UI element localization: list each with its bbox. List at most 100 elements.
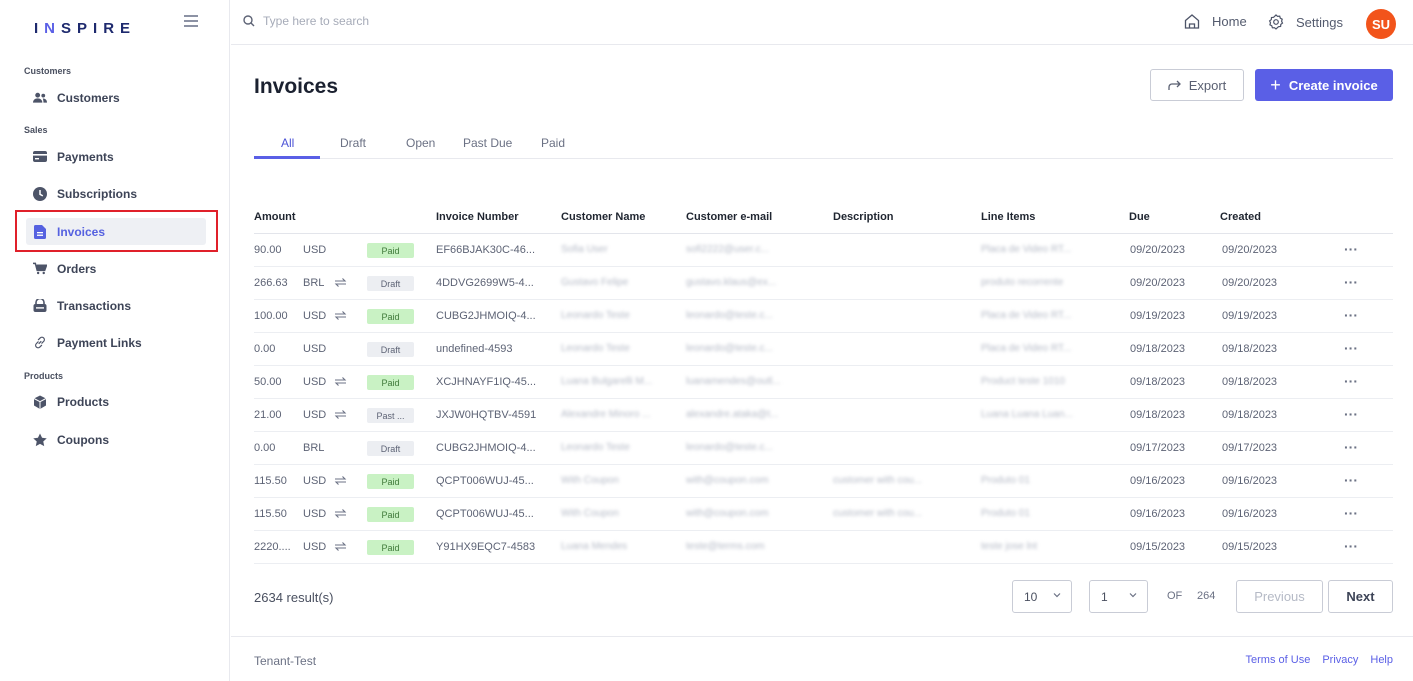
help-link[interactable]: Help xyxy=(1370,654,1393,666)
created-date-cell: 09/18/2023 xyxy=(1222,376,1278,388)
more-actions-icon[interactable]: ··· xyxy=(1344,274,1358,290)
invoice-number-cell[interactable]: JXJW0HQTBV-4591 xyxy=(436,409,536,421)
due-date-cell: 09/20/2023 xyxy=(1130,277,1186,289)
more-actions-icon[interactable]: ··· xyxy=(1344,307,1358,323)
currency-cell: USD xyxy=(303,244,327,256)
invoice-number-cell[interactable]: CUBG2JHMOIQ-4... xyxy=(436,442,536,454)
tab-draft[interactable]: Draft xyxy=(340,136,366,150)
tab-paid[interactable]: Paid xyxy=(541,136,565,150)
currency-cell: USD xyxy=(303,475,327,487)
chevron-down-icon xyxy=(1129,592,1137,598)
invoice-number-cell[interactable]: undefined-4593 xyxy=(436,343,512,355)
col-line-items[interactable]: Line Items xyxy=(981,211,1035,223)
export-button[interactable]: Export xyxy=(1150,69,1244,101)
created-date-cell: 09/20/2023 xyxy=(1222,244,1278,256)
col-invoice-number[interactable]: Invoice Number xyxy=(436,211,519,223)
more-actions-icon[interactable]: ··· xyxy=(1344,406,1358,422)
tab-open[interactable]: Open xyxy=(406,136,435,150)
col-amount[interactable]: Amount xyxy=(254,211,296,223)
recurring-icon xyxy=(334,508,347,519)
col-customer-email[interactable]: Customer e-mail xyxy=(686,211,772,223)
tab-past-due[interactable]: Past Due xyxy=(463,136,512,150)
more-actions-icon[interactable]: ··· xyxy=(1344,538,1358,554)
next-button[interactable]: Next xyxy=(1328,580,1393,613)
page-number-select[interactable]: 1 xyxy=(1089,580,1148,613)
amount-cell: 100.00 xyxy=(254,310,288,322)
sidebar-item-coupons[interactable]: Coupons xyxy=(26,426,206,453)
invoice-number-cell[interactable]: EF66BJAK30C-46... xyxy=(436,244,535,256)
sidebar-item-payments[interactable]: Payments xyxy=(26,143,206,170)
topbar: Home Settings SU xyxy=(231,0,1413,45)
table-row[interactable]: 0.00 USD Draft undefined-4593 Leonardo Teste… xyxy=(254,333,1393,366)
table-row[interactable]: 21.00 USD Past ... JXJW0HQTBV-4591 Alexandre… xyxy=(254,399,1393,432)
col-created[interactable]: Created xyxy=(1220,211,1261,223)
section-label-sales: Sales xyxy=(24,125,48,135)
customer-name-cell: Sofia User xyxy=(561,244,608,255)
more-actions-icon[interactable]: ··· xyxy=(1344,439,1358,455)
more-actions-icon[interactable]: ··· xyxy=(1344,340,1358,356)
previous-button[interactable]: Previous xyxy=(1236,580,1323,613)
created-date-cell: 09/16/2023 xyxy=(1222,508,1278,520)
recurring-icon xyxy=(334,541,347,552)
sidebar-item-subscriptions[interactable]: Subscriptions xyxy=(26,180,206,207)
privacy-link[interactable]: Privacy xyxy=(1322,654,1358,666)
footer-links: Terms of Use Privacy Help xyxy=(1246,654,1393,666)
sidebar-item-customers[interactable]: Customers xyxy=(26,84,206,111)
home-label: Home xyxy=(1212,14,1247,29)
table-row[interactable]: 266.63 BRL Draft 4DDVG2699W5-4... Gustavo Fe… xyxy=(254,267,1393,300)
status-badge: Paid xyxy=(367,375,414,390)
table-row[interactable]: 90.00 USD Paid EF66BJAK30C-46... Sofia User s… xyxy=(254,234,1393,267)
more-actions-icon[interactable]: ··· xyxy=(1344,373,1358,389)
currency-cell: BRL xyxy=(303,442,325,454)
col-customer-name[interactable]: Customer Name xyxy=(561,211,645,223)
customer-name-cell: Gustavo Felipe xyxy=(561,277,629,288)
home-icon xyxy=(1184,14,1200,29)
create-invoice-button[interactable]: + Create invoice xyxy=(1255,69,1393,101)
sidebar-item-label: Payment Links xyxy=(57,335,142,350)
search-input[interactable] xyxy=(263,14,563,28)
sidebar-item-transactions[interactable]: Transactions xyxy=(26,292,206,319)
table-row[interactable]: 0.00 BRL Draft CUBG2JHMOIQ-4... Leonardo Tes… xyxy=(254,432,1393,465)
more-actions-icon[interactable]: ··· xyxy=(1344,472,1358,488)
invoice-number-cell[interactable]: 4DDVG2699W5-4... xyxy=(436,277,534,289)
table-row[interactable]: 100.00 USD Paid CUBG2JHMOIQ-4... Leonardo Te… xyxy=(254,300,1393,333)
invoice-number-cell[interactable]: QCPT006WUJ-45... xyxy=(436,508,534,520)
status-badge: Paid xyxy=(367,309,414,324)
line-items-cell: Placa de Video RT... xyxy=(981,244,1072,255)
invoice-number-cell[interactable]: XCJHNAYF1IQ-45... xyxy=(436,376,536,388)
avatar[interactable]: SU xyxy=(1366,9,1396,39)
recurring-icon xyxy=(334,409,347,420)
table-row[interactable]: 2220.... USD Paid Y91HX9EQC7-4583 Luana Mend… xyxy=(254,531,1393,564)
invoice-number-cell[interactable]: QCPT006WUJ-45... xyxy=(436,475,534,487)
due-date-cell: 09/18/2023 xyxy=(1130,343,1186,355)
more-actions-icon[interactable]: ··· xyxy=(1344,505,1358,521)
menu-toggle-icon[interactable] xyxy=(184,15,198,27)
terms-link[interactable]: Terms of Use xyxy=(1246,654,1311,666)
sidebar-item-orders[interactable]: Orders xyxy=(26,255,206,282)
sidebar-item-products[interactable]: Products xyxy=(26,388,206,415)
customer-email-cell: gustavo.klaus@ex... xyxy=(686,277,777,288)
page-size-select[interactable]: 10 xyxy=(1012,580,1072,613)
table-row[interactable]: 115.50 USD Paid QCPT006WUJ-45... With Coupon… xyxy=(254,465,1393,498)
card-icon xyxy=(33,150,47,164)
due-date-cell: 09/19/2023 xyxy=(1130,310,1186,322)
table-row[interactable]: 115.50 USD Paid QCPT006WUJ-45... With Coupon… xyxy=(254,498,1393,531)
more-actions-icon[interactable]: ··· xyxy=(1344,241,1358,257)
home-link[interactable]: Home xyxy=(1184,14,1247,29)
customer-name-cell: Luana Bulgarelli M... xyxy=(561,376,653,387)
table-row[interactable]: 50.00 USD Paid XCJHNAYF1IQ-45... Luana Bulga… xyxy=(254,366,1393,399)
sidebar-item-payment-links[interactable]: Payment Links xyxy=(26,329,206,356)
create-invoice-label: Create invoice xyxy=(1288,77,1378,93)
due-date-cell: 09/20/2023 xyxy=(1130,244,1186,256)
col-description[interactable]: Description xyxy=(833,211,894,223)
settings-link[interactable]: Settings xyxy=(1268,14,1343,30)
brand-logo[interactable]: INSPIRE xyxy=(34,20,136,37)
line-items-cell: Placa de Video RT... xyxy=(981,310,1072,321)
col-due[interactable]: Due xyxy=(1129,211,1150,223)
invoice-number-cell[interactable]: Y91HX9EQC7-4583 xyxy=(436,541,535,553)
invoice-number-cell[interactable]: CUBG2JHMOIQ-4... xyxy=(436,310,536,322)
tab-all[interactable]: All xyxy=(281,136,294,150)
customer-name-cell: With Coupon xyxy=(561,475,619,486)
description-cell: customer with cou... xyxy=(833,508,922,519)
sidebar-item-label: Transactions xyxy=(57,298,132,313)
